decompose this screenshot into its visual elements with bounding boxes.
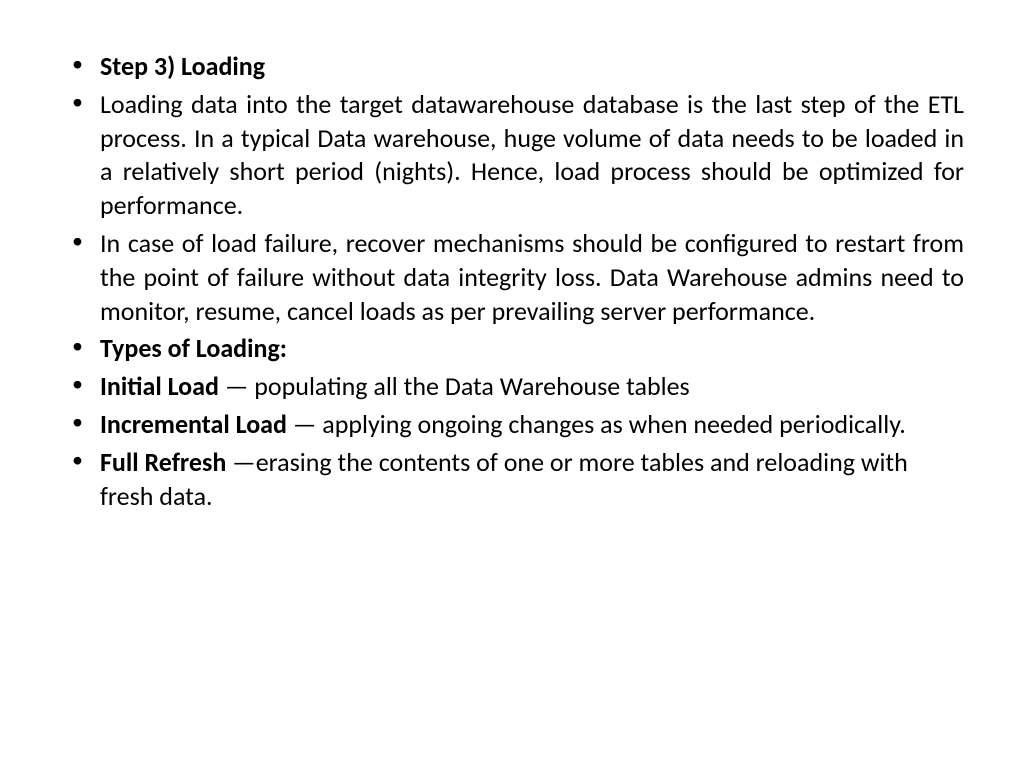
list-item-text: In case of load failure, recover mechani…: [100, 227, 964, 327]
list-item: Loading data into the target datawarehou…: [60, 88, 964, 223]
list-item-text: — populating all the Data Warehouse tabl…: [219, 370, 690, 402]
list-item-bold: Full Refresh: [100, 446, 232, 478]
list-item: Full Refresh —erasing the contents of on…: [60, 446, 964, 514]
list-item: In case of load failure, recover mechani…: [60, 227, 964, 328]
list-item-bold: Step 3) Loading: [100, 50, 265, 82]
list-item: Incremental Load — applying ongoing chan…: [60, 408, 964, 442]
list-item: Types of Loading:: [60, 332, 964, 366]
bullet-list: Step 3) Loading Loading data into the ta…: [60, 50, 964, 513]
list-item-text: — applying ongoing changes as when neede…: [287, 408, 906, 440]
list-item: Step 3) Loading: [60, 50, 964, 84]
list-item-text: Loading data into the target datawarehou…: [100, 88, 964, 221]
list-item-bold: Types of Loading:: [100, 332, 287, 364]
list-item: Initial Load — populating all the Data W…: [60, 370, 964, 404]
list-item-bold: Initial Load: [100, 370, 219, 402]
list-item-bold: Incremental Load: [100, 408, 287, 440]
